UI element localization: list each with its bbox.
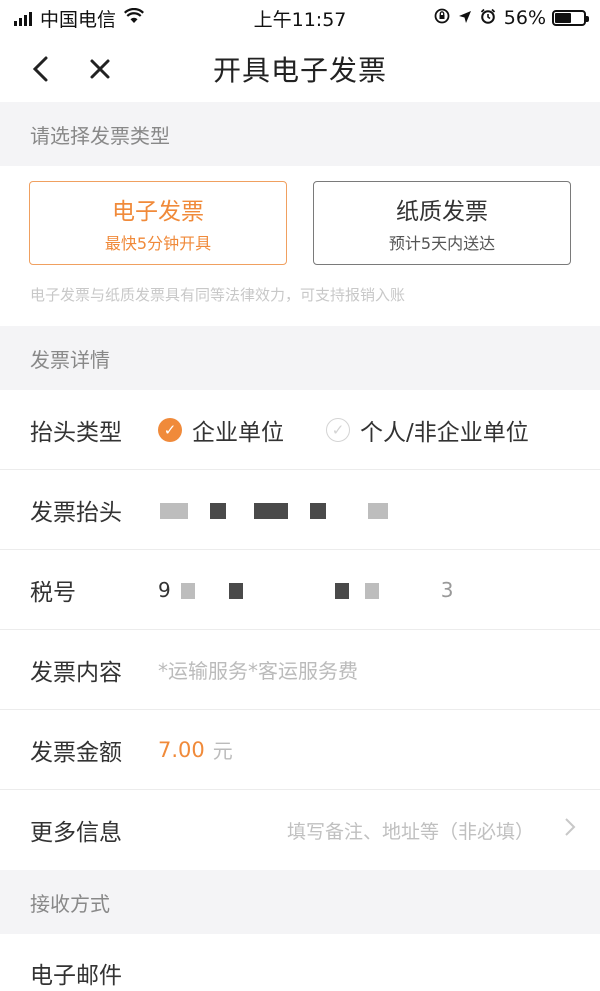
- tax-number-suffix: 3: [440, 577, 454, 602]
- close-icon: [90, 59, 110, 79]
- alarm-icon: [480, 7, 496, 29]
- invoice-content-row: 发票内容 *运输服务*客运服务费: [0, 630, 600, 710]
- location-arrow-icon: [458, 7, 472, 29]
- checkmark-circle-icon: ✓: [326, 417, 350, 442]
- title-type-row: 抬头类型 ✓ 企业单位 ✓ 个人/非企业单位: [0, 390, 600, 470]
- row-label: 发票内容: [30, 659, 122, 686]
- carrier-name: 中国电信: [40, 8, 117, 31]
- status-right: 56%: [434, 7, 589, 29]
- currency-unit: 元: [212, 739, 233, 763]
- chevron-right-icon: [564, 817, 576, 843]
- radio-label: 个人/非企业单位: [360, 419, 529, 446]
- invoice-content-value: *运输服务*客运服务费: [158, 659, 358, 683]
- row-label: 电子邮件: [30, 963, 122, 989]
- paper-invoice-option[interactable]: 纸质发票 预计5天内送达: [313, 181, 571, 265]
- section-header-invoice-type: 请选择发票类型: [0, 102, 600, 166]
- redacted-value: [180, 580, 401, 599]
- option-subtitle: 预计5天内送达: [388, 234, 496, 253]
- chevron-left-icon: [32, 56, 48, 82]
- option-subtitle: 最快5分钟开具: [104, 234, 212, 253]
- option-title: 纸质发票: [396, 199, 488, 225]
- electronic-invoice-option[interactable]: 电子发票 最快5分钟开具: [29, 181, 287, 265]
- radio-enterprise[interactable]: ✓ 企业单位: [158, 413, 284, 447]
- tax-number-prefix: 9: [158, 577, 171, 602]
- status-bar: 中国电信 上午11:57 56%: [0, 0, 600, 36]
- orientation-lock-icon: [434, 7, 450, 29]
- status-left: 中国电信: [14, 5, 144, 32]
- radio-individual[interactable]: ✓ 个人/非企业单位: [326, 413, 529, 447]
- invoice-amount-value: 7.00: [158, 737, 205, 762]
- tax-number-row[interactable]: 税号 9 3: [0, 550, 600, 630]
- section-header-invoice-details: 发票详情: [0, 326, 600, 390]
- row-label: 税号: [30, 579, 76, 606]
- battery-level: [555, 13, 571, 23]
- navigation-bar: 开具电子发票: [0, 36, 600, 102]
- row-label: 更多信息: [30, 820, 122, 846]
- signal-icon: [14, 10, 32, 26]
- battery-percent: 56%: [503, 7, 546, 29]
- option-title: 电子发票: [112, 199, 204, 225]
- back-button[interactable]: [18, 44, 62, 94]
- redacted-value: [158, 500, 410, 519]
- section-header-receive-method: 接收方式: [0, 870, 600, 934]
- battery-icon: [552, 10, 589, 26]
- more-info-row[interactable]: 更多信息 填写备注、地址等（非必填）: [0, 790, 600, 870]
- email-row[interactable]: 电子邮件: [0, 934, 600, 991]
- invoice-amount-row: 发票金额 7.00 元: [0, 710, 600, 790]
- row-label: 发票抬头: [30, 499, 122, 526]
- wifi-icon: [124, 7, 144, 29]
- row-label: 发票金额: [30, 739, 122, 766]
- invoice-type-note: 电子发票与纸质发票具有同等法律效力，可支持报销入账: [30, 286, 406, 304]
- checkmark-circle-icon: ✓: [158, 417, 182, 442]
- invoice-title-row[interactable]: 发票抬头: [0, 470, 600, 550]
- row-label: 抬头类型: [30, 419, 122, 446]
- battery: 56%: [503, 7, 589, 29]
- more-info-hint: 填写备注、地址等（非必填）: [286, 820, 534, 843]
- radio-label: 企业单位: [192, 419, 284, 446]
- close-button[interactable]: [78, 44, 122, 94]
